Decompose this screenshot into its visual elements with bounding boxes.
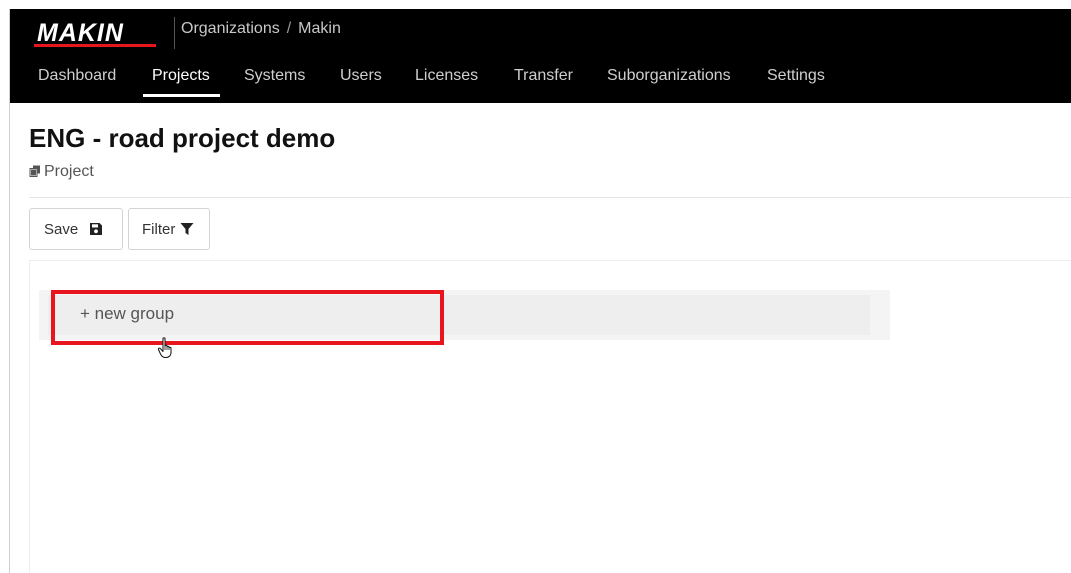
tab-transfer[interactable]: Transfer [514, 67, 573, 85]
logo-text: MAKIN [37, 19, 124, 47]
app-frame: MAKIN Organizations / Makin Dashboard Proj… [9, 9, 1071, 573]
page-title: ENG - road project demo [29, 123, 336, 153]
page-type: Project [29, 163, 94, 181]
funnel-icon [180, 223, 194, 235]
filter-button[interactable]: Filter [128, 208, 210, 250]
tab-settings[interactable]: Settings [767, 67, 825, 85]
copy-icon [29, 165, 40, 177]
tab-systems[interactable]: Systems [244, 67, 305, 85]
new-group-button[interactable]: + new group [80, 304, 174, 324]
filter-button-label: Filter [142, 220, 176, 238]
tab-dashboard[interactable]: Dashboard [38, 67, 116, 85]
logo-divider [174, 17, 175, 49]
makin-logo[interactable]: MAKIN [34, 18, 164, 48]
save-button-label: Save [44, 220, 79, 238]
hand-pointer-icon [157, 337, 172, 358]
tab-users[interactable]: Users [340, 67, 382, 85]
header-divider [29, 197, 1071, 198]
active-tab-underline [143, 94, 220, 97]
breadcrumb-makin[interactable]: Makin [298, 20, 341, 37]
top-navbar: MAKIN Organizations / Makin Dashboard Proj… [10, 9, 1071, 103]
floppy-disk-icon [90, 223, 103, 235]
tab-licenses[interactable]: Licenses [415, 67, 478, 85]
breadcrumb-organizations[interactable]: Organizations [181, 20, 280, 37]
save-button[interactable]: Save [29, 208, 123, 250]
breadcrumb-separator: / [286, 20, 292, 37]
page-type-label: Project [44, 163, 94, 180]
tab-projects[interactable]: Projects [152, 67, 210, 85]
tab-suborganizations[interactable]: Suborganizations [607, 67, 731, 85]
breadcrumb: Organizations / Makin [181, 20, 341, 38]
